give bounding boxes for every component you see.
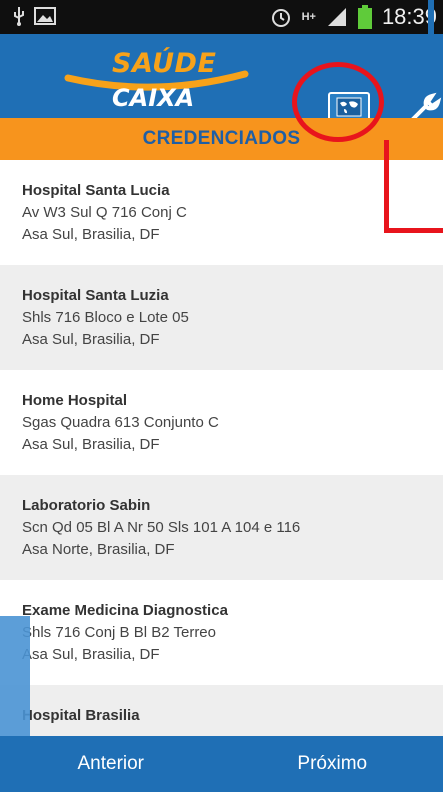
alarm-icon: [270, 6, 292, 28]
provider-city: Asa Sul, Brasilia, DF: [22, 331, 160, 348]
page-title: CREDENCIADOS: [142, 128, 301, 149]
status-bar: H+ 18:39: [0, 0, 443, 34]
annotation-line: [384, 228, 443, 233]
image-icon: [34, 6, 56, 26]
page-title-bar: CREDENCIADOS: [0, 118, 443, 160]
provider-city: Asa Sul, Brasilia, DF: [22, 436, 160, 453]
usb-icon: [12, 6, 26, 26]
list-item[interactable]: Hospital Brasilia: [0, 685, 443, 736]
bottom-nav: Anterior Próximo: [0, 736, 443, 792]
next-button[interactable]: Próximo: [222, 736, 443, 792]
saude-caixa-logo: SAÚDE CAIXA: [60, 36, 250, 116]
list-item[interactable]: Hospital Santa Lucia Av W3 Sul Q 716 Con…: [0, 160, 443, 265]
provider-name: Laboratorio Sabin: [22, 497, 151, 514]
logo-word-bottom: CAIXA: [112, 84, 195, 112]
hplus-icon: H+: [301, 11, 316, 23]
provider-address: Scn Qd 05 Bl A Nr 50 Sls 101 A 104 e 116: [22, 519, 301, 536]
provider-name: Exame Medicina Diagnostica: [22, 602, 228, 619]
provider-address: Shls 716 Conj B Bl B2 Terreo: [22, 624, 216, 641]
provider-name: Hospital Brasilia: [22, 707, 140, 724]
provider-name: Hospital Santa Luzia: [22, 287, 169, 304]
list-item[interactable]: Hospital Santa Luzia Shls 716 Bloco e Lo…: [0, 265, 443, 370]
list-item[interactable]: Exame Medicina Diagnostica Shls 716 Conj…: [0, 580, 443, 685]
background-shape: [0, 616, 30, 736]
list-item[interactable]: Laboratorio Sabin Scn Qd 05 Bl A Nr 50 S…: [0, 475, 443, 580]
provider-name: Hospital Santa Lucia: [22, 182, 170, 199]
app-header: SAÚDE CAIXA: [0, 34, 443, 126]
provider-address: Shls 716 Bloco e Lote 05: [22, 309, 189, 326]
logo-word-top: SAÚDE: [112, 48, 217, 79]
previous-button[interactable]: Anterior: [0, 736, 222, 792]
provider-name: Home Hospital: [22, 392, 128, 409]
provider-address: Sgas Quadra 613 Conjunto C: [22, 414, 219, 431]
provider-city: Asa Sul, Brasilia, DF: [22, 226, 160, 243]
provider-address: Av W3 Sul Q 716 Conj C: [22, 204, 187, 221]
provider-city: Asa Sul, Brasilia, DF: [22, 646, 160, 663]
signal-icon: [326, 6, 348, 28]
annotation-pointer-blue: [428, 0, 434, 34]
annotation-line: [384, 140, 389, 232]
provider-city: Asa Norte, Brasilia, DF: [22, 541, 175, 558]
provider-list: Hospital Santa Lucia Av W3 Sul Q 716 Con…: [0, 160, 443, 736]
list-item[interactable]: Home Hospital Sgas Quadra 613 Conjunto C…: [0, 370, 443, 475]
battery-icon: [357, 5, 372, 29]
